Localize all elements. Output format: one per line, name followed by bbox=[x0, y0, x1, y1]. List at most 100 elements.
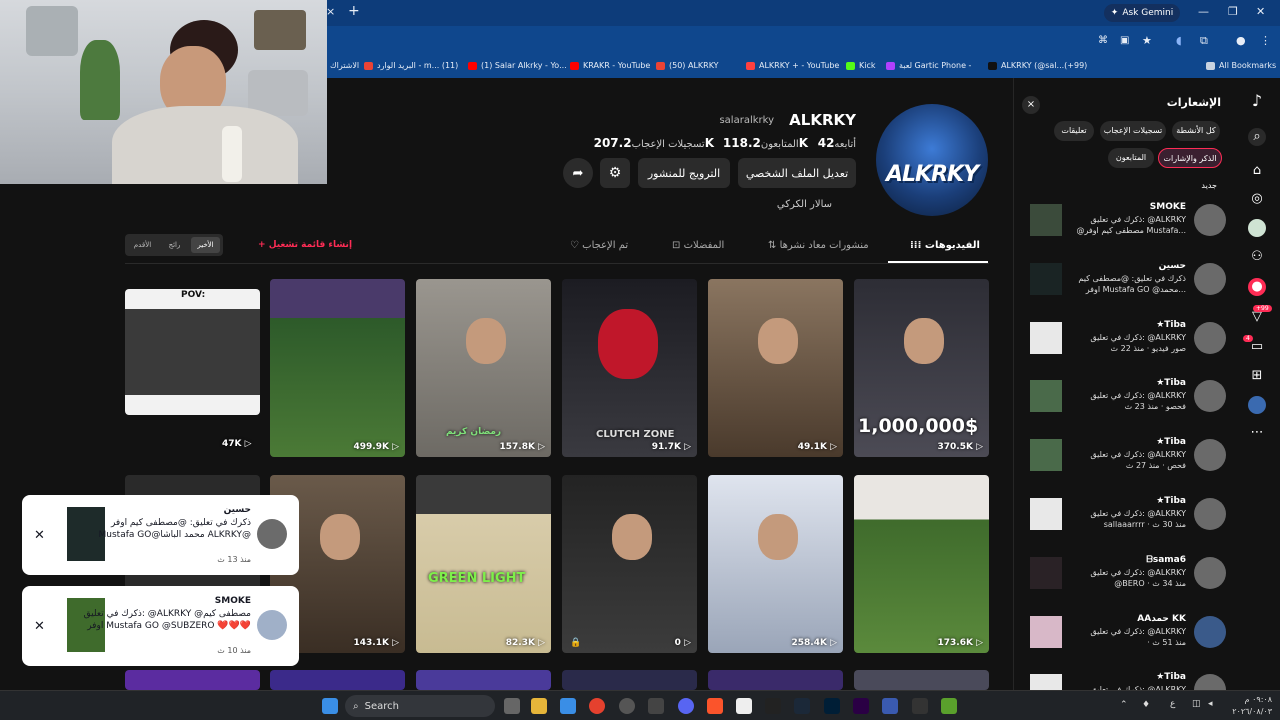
bookmark-item[interactable]: KRAKR - YouTube bbox=[570, 61, 650, 70]
promote-button[interactable]: الترويج للمنشور bbox=[638, 158, 730, 188]
video-card[interactable]: CLUTCH ZONE 91.7K ▷ bbox=[562, 279, 697, 457]
task-view-icon[interactable] bbox=[504, 698, 520, 714]
tab-liked[interactable]: ♡ تم الإعجاب bbox=[570, 240, 628, 251]
close-tab-icon[interactable]: × bbox=[326, 5, 335, 18]
more-icon[interactable]: ⋯ bbox=[1248, 424, 1266, 442]
profile-avatar[interactable]: ALKRKY bbox=[876, 104, 988, 216]
friends-avatar-icon[interactable] bbox=[1248, 219, 1266, 237]
sort-popular[interactable]: رائج bbox=[160, 237, 189, 253]
bookmark-item[interactable]: (50) ALKRKY bbox=[656, 61, 719, 70]
video-card[interactable]: GREEN LIGHT 82.3K ▷ bbox=[416, 475, 551, 653]
notification-item[interactable]: AAحمد KK ذكرك في تعليق: @ALKRKY · منذ 51 ث bbox=[1028, 612, 1228, 662]
video-card[interactable] bbox=[416, 670, 551, 690]
bookmark-item[interactable]: ALKRKY + - YouTube bbox=[746, 61, 839, 70]
volume-icon[interactable]: ◂ bbox=[1208, 699, 1220, 711]
share-icon[interactable]: ➦ bbox=[563, 158, 593, 188]
search-icon[interactable]: ⌕ bbox=[1248, 128, 1266, 146]
app-icon[interactable] bbox=[882, 698, 898, 714]
notification-item[interactable]: ★Tiba ذكرك في تعليق: @ALKRKY فحصو · منذ 23… bbox=[1028, 376, 1228, 426]
sort-oldest[interactable]: الأقدم bbox=[128, 237, 157, 253]
bookmark-item[interactable]: ALKRKY (@sal...(+99) bbox=[988, 61, 1087, 70]
video-card[interactable]: POV: bbox=[125, 289, 260, 415]
discord-icon[interactable] bbox=[678, 698, 694, 714]
video-card[interactable]: 258.4K ▷ bbox=[708, 475, 843, 653]
tab-videos[interactable]: ⁞⁞⁞ الفيديوهات bbox=[910, 240, 980, 251]
bookmark-star-icon[interactable]: ★ bbox=[1142, 34, 1152, 47]
notification-item[interactable]: ★Tibaذكرك في تعليق: @ALKRKY bbox=[1028, 670, 1228, 706]
profile-avatar-icon[interactable] bbox=[1248, 396, 1266, 414]
explore-icon[interactable]: ◎ bbox=[1248, 190, 1266, 208]
video-card[interactable] bbox=[562, 670, 697, 690]
notepad-icon[interactable] bbox=[736, 698, 752, 714]
tiktok-logo-icon[interactable]: ♪ bbox=[1248, 92, 1266, 110]
sort-latest[interactable]: الأخير bbox=[191, 237, 220, 253]
keyboard-language[interactable]: ع bbox=[1170, 699, 1182, 713]
tab-reposts[interactable]: ⇅ منشورات معاد نشرها bbox=[768, 240, 869, 251]
ask-gemini-button[interactable]: ✦ Ask Gemini bbox=[1104, 4, 1180, 22]
settings-icon[interactable]: ⚙ bbox=[600, 158, 630, 188]
close-icon[interactable]: ✕ bbox=[34, 528, 45, 543]
mic-icon[interactable]: ♦ bbox=[1142, 700, 1152, 712]
notification-item[interactable]: حسين ذكرك في تعليق: @مصطفى كيم اوفر Mustaf… bbox=[1028, 259, 1228, 309]
video-card[interactable] bbox=[270, 670, 405, 690]
tray-expand-icon[interactable]: ⌃ bbox=[1120, 700, 1130, 712]
followers-stat[interactable]: المتابعون118.2K bbox=[720, 136, 808, 150]
notification-item[interactable]: SMOKE ذكرك في تعليق: @ALKRKY @مصطفى كيم او… bbox=[1028, 200, 1228, 250]
chip-mentions[interactable]: الذكر والإشارات bbox=[1158, 148, 1222, 168]
live-icon[interactable]: ● bbox=[1248, 278, 1266, 296]
notification-item[interactable]: ★Tiba ذكرك في تعليق: @ALKRKY sallaaarrrr ·… bbox=[1028, 494, 1228, 544]
video-card[interactable] bbox=[708, 670, 843, 690]
minecraft-icon[interactable] bbox=[941, 698, 957, 714]
close-icon[interactable]: ✕ bbox=[34, 619, 45, 634]
new-tab-button[interactable]: + bbox=[348, 3, 360, 19]
video-card[interactable]: 173.6K ▷ bbox=[854, 475, 989, 653]
photoshop-icon[interactable] bbox=[824, 698, 840, 714]
video-card[interactable]: 499.9K ▷ bbox=[270, 279, 405, 457]
window-close-icon[interactable]: ✕ bbox=[1256, 5, 1265, 18]
obs-icon[interactable] bbox=[619, 698, 635, 714]
home-icon[interactable]: ⌂ bbox=[1248, 162, 1266, 180]
video-card[interactable] bbox=[125, 670, 260, 690]
profile-icon[interactable]: ● bbox=[1236, 34, 1246, 47]
maximize-icon[interactable]: ❐ bbox=[1228, 5, 1238, 18]
taskbar-search[interactable]: ⌕ Search bbox=[345, 695, 495, 717]
video-card[interactable]: 1,000,000$ 370.5K ▷ bbox=[854, 279, 989, 457]
extensions-icon[interactable]: ⧉ bbox=[1200, 34, 1208, 48]
video-card[interactable] bbox=[854, 670, 989, 690]
translate-icon[interactable]: ⌘ bbox=[1098, 35, 1108, 46]
edit-profile-button[interactable]: تعديل الملف الشخصي bbox=[738, 158, 856, 188]
premiere-icon[interactable] bbox=[853, 698, 869, 714]
video-card[interactable]: رمضان كريم 157.8K ▷ bbox=[416, 279, 551, 457]
bookmark-item[interactable]: الاشتراك bbox=[330, 61, 359, 70]
steam-icon[interactable] bbox=[794, 698, 810, 714]
chip-all[interactable]: كل الأنشطة bbox=[1172, 121, 1220, 141]
chip-followers[interactable]: المتابعون bbox=[1108, 148, 1154, 168]
network-icon[interactable]: ◫ bbox=[1192, 699, 1204, 711]
following-icon[interactable]: ⚇ bbox=[1248, 248, 1266, 266]
bookmark-item[interactable]: Kick bbox=[846, 61, 876, 70]
bookmark-item[interactable]: البريد الوارد - m... (11) bbox=[364, 61, 458, 70]
cast-icon[interactable]: ▣ bbox=[1120, 35, 1129, 46]
chrome-icon[interactable] bbox=[589, 698, 605, 714]
create-playlist-button[interactable]: + إنشاء قائمة تشغيل bbox=[258, 240, 352, 250]
minimize-icon[interactable]: — bbox=[1198, 5, 1209, 18]
audio-icon[interactable]: ◖ bbox=[1176, 34, 1182, 47]
close-icon[interactable]: × bbox=[1022, 96, 1040, 114]
all-bookmarks[interactable]: All Bookmarks bbox=[1206, 61, 1276, 70]
bookmark-item[interactable]: لعبة Gartic Phone - bbox=[886, 61, 971, 70]
menu-icon[interactable]: ⋮ bbox=[1260, 34, 1271, 47]
bookmark-item[interactable]: (1) Salar Alkrky - Yo... bbox=[468, 61, 567, 70]
tab-favorites[interactable]: ⊡ المفضلات bbox=[672, 240, 724, 251]
upload-icon[interactable]: ⊞ bbox=[1248, 367, 1266, 385]
notification-item[interactable]: ★Tiba ذكرك في تعليق: @ALKRKY صور فيديو · م… bbox=[1028, 318, 1228, 368]
windows-start-icon[interactable] bbox=[322, 698, 338, 714]
chip-comments[interactable]: تعليقات bbox=[1054, 121, 1094, 141]
toast-notification[interactable]: ✕ حسين ذكرك في تعليق: @مصطفى كيم اوفر Mu… bbox=[22, 495, 299, 575]
clock[interactable]: ٠٩:٠٨ م ٢٠٢٦/٠٨/٠٣ bbox=[1230, 694, 1272, 718]
store-icon[interactable] bbox=[560, 698, 576, 714]
following-stat[interactable]: أتابعه42 bbox=[815, 136, 856, 150]
notification-item[interactable]: ★Tiba ذكرك في تعليق: @ALKRKY فحص · منذ 27 … bbox=[1028, 435, 1228, 485]
video-card[interactable]: 49.1K ▷ bbox=[708, 279, 843, 457]
brave-icon[interactable] bbox=[707, 698, 723, 714]
capcut-icon[interactable] bbox=[765, 698, 781, 714]
